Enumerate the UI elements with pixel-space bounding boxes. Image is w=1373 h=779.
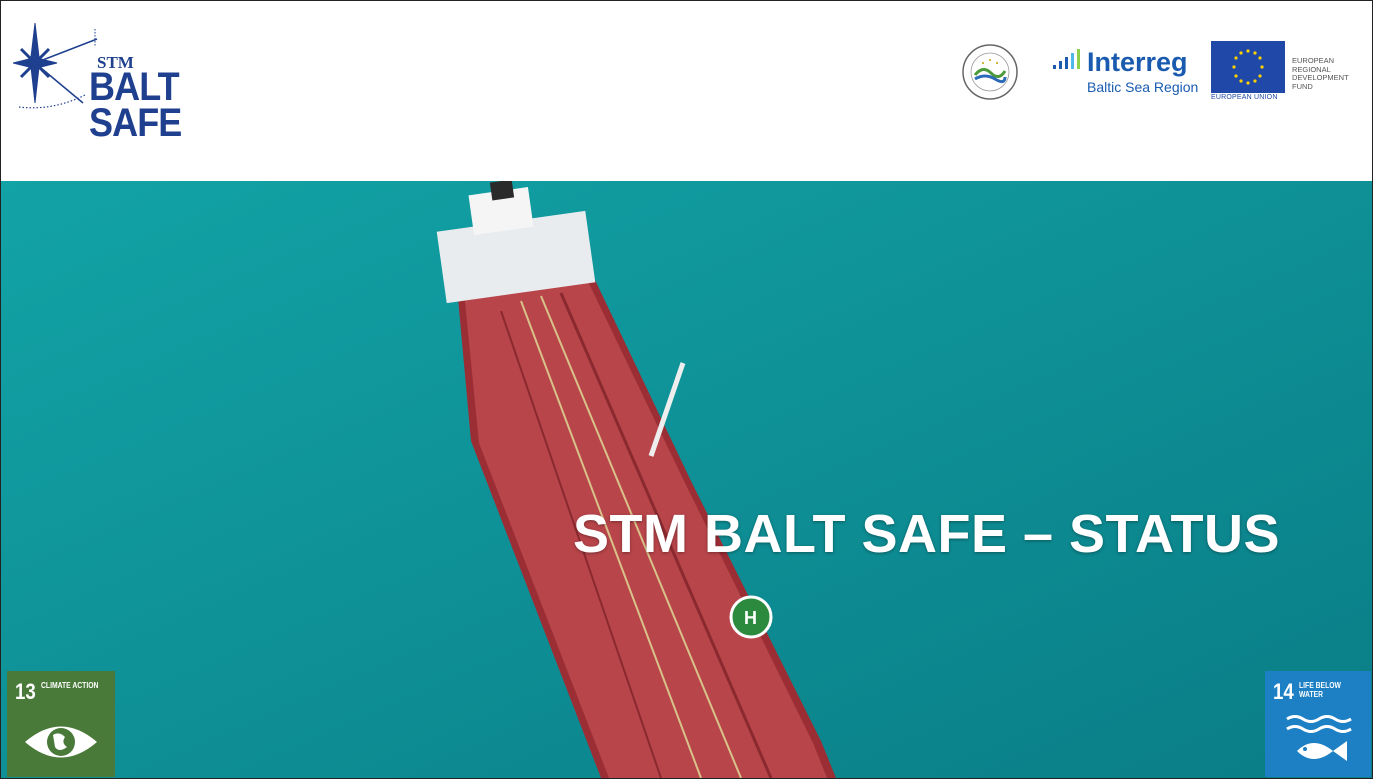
eu-union-text: EUROPEAN UNION (1211, 94, 1278, 101)
sdg-13-label: CLIMATE ACTION (41, 681, 99, 690)
logo-balt-text: BALT (89, 65, 180, 109)
sdg-14-label: LIFE BELOW WATER (1299, 681, 1341, 699)
logo-safe-text: SAFE (89, 101, 182, 145)
fish-waves-icon (1286, 715, 1352, 761)
sdg-14-number: 14 (1273, 679, 1294, 704)
tanker-ship-icon: H (1, 181, 1372, 778)
stm-balt-safe-logo: STM BALT SAFE (13, 19, 188, 149)
signal-bars-icon (1053, 49, 1080, 69)
eye-globe-icon (25, 726, 97, 758)
interreg-name: Interreg (1087, 47, 1188, 77)
sdg-13-badge: 13 CLIMATE ACTION (7, 671, 115, 777)
slide: STM BALT SAFE Interreg Baltic Sea Region… (0, 0, 1373, 779)
erdf-text: EUROPEAN REGIONAL DEVELOPMENT FUND (1292, 56, 1349, 91)
sdg-13-number: 13 (15, 679, 36, 704)
sdg-14-badge: 14 LIFE BELOW WATER (1265, 671, 1371, 777)
flagship-seal-icon (961, 43, 1019, 101)
slide-header: STM BALT SAFE Interreg Baltic Sea Region… (1, 1, 1372, 181)
slide-title: STM BALT SAFE – STATUS (573, 504, 1280, 564)
svg-text:H: H (744, 608, 757, 628)
hero-image: H STM BALT SAFE – STATUS 13 CLIMATE ACTI… (1, 181, 1372, 778)
eu-logo: EUROPEAN UNION EUROPEAN REGIONAL DEVELOP… (1211, 41, 1359, 105)
eu-flag-icon (1211, 41, 1285, 93)
interreg-logo: Interreg Baltic Sea Region (1051, 41, 1206, 101)
interreg-subtitle: Baltic Sea Region (1087, 79, 1199, 95)
